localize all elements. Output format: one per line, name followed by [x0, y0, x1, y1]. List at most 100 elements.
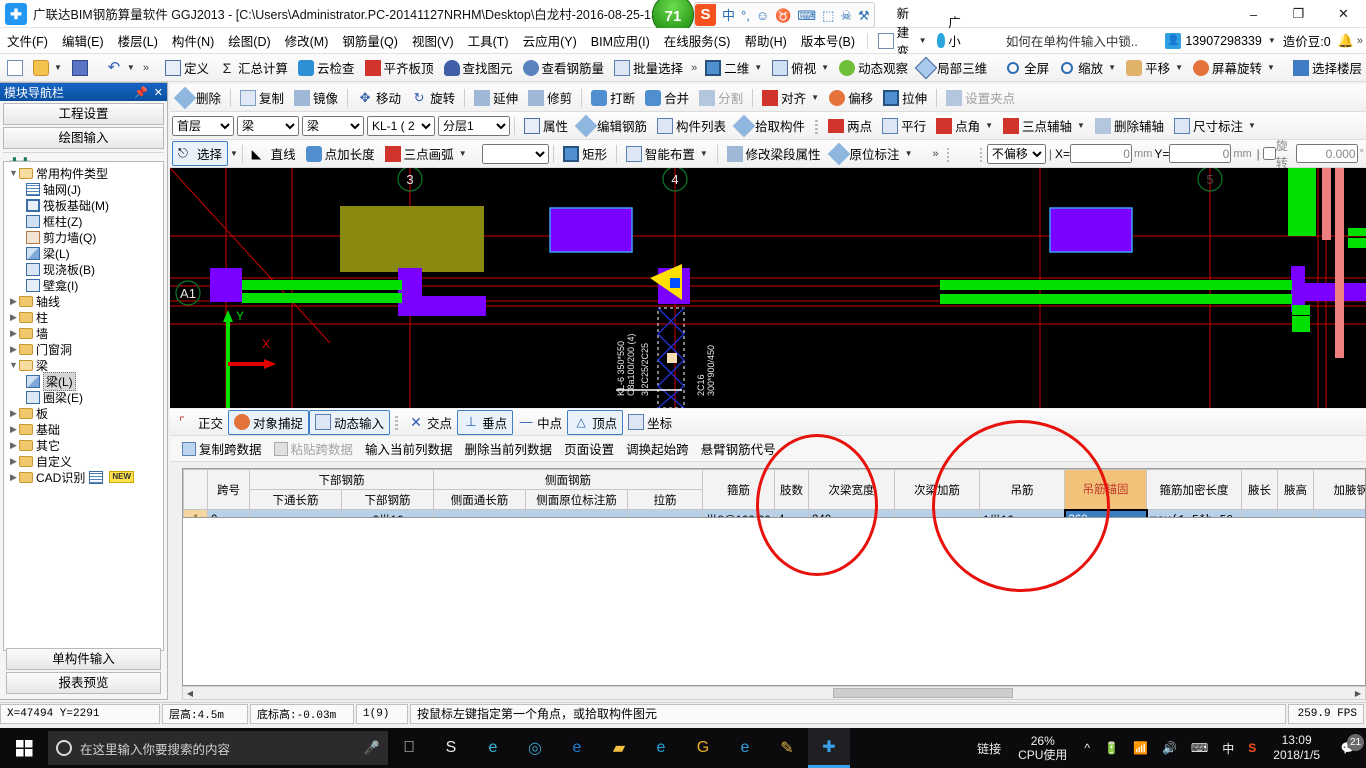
- ime-skin-icon[interactable]: ☠: [840, 9, 852, 22]
- perpendicular-button[interactable]: ⊥ 垂点: [457, 409, 514, 435]
- stretch-button[interactable]: 拉伸: [878, 86, 932, 109]
- table-row[interactable]: 1 0 2世16 世8@100/20 4 240 1世16 360 max(1.…: [183, 508, 1365, 517]
- rotate-button[interactable]: ↻ 旋转: [406, 86, 460, 109]
- ime-toolbar[interactable]: S 中 °, ☺ ♉ ⌨ ⬚ ☠ ⚒: [694, 2, 875, 28]
- ime-settings-icon[interactable]: ⚒: [858, 9, 870, 22]
- menu-floor[interactable]: 楼层(L): [111, 28, 165, 53]
- dynamic-input-button[interactable]: 动态输入: [309, 409, 391, 435]
- move-button[interactable]: ✥ 移动: [352, 86, 406, 109]
- sogou-icon[interactable]: S: [1241, 741, 1263, 755]
- grid-header-side-insitu[interactable]: 侧面原位标注筋: [525, 489, 628, 510]
- delete-button[interactable]: 删除: [172, 86, 226, 109]
- scrollbar-thumb[interactable]: [833, 688, 1013, 698]
- account-chevron-down-icon[interactable]: ▼: [1268, 36, 1276, 45]
- tray-link-label[interactable]: 链接: [970, 740, 1008, 757]
- tree-node-door-window[interactable]: ▶ 门窗洞: [6, 341, 161, 357]
- volume-icon[interactable]: 🔊: [1155, 741, 1184, 755]
- dimension-button[interactable]: 尺寸标注 ▼: [1169, 114, 1261, 137]
- point-angle-button[interactable]: 点角 ▼: [931, 114, 998, 137]
- component-tree[interactable]: ▼ 常用构件类型 轴网(J) 筏板基础(M) 框柱(Z) 剪力墙(Q) 梁(L)…: [3, 161, 164, 651]
- local-3d-button[interactable]: 局部三维: [913, 56, 992, 79]
- project-settings-button[interactable]: 工程设置: [3, 103, 164, 125]
- copy-span-data-button[interactable]: 复制跨数据: [176, 437, 268, 460]
- align-slab-top-button[interactable]: 平齐板顶: [360, 56, 439, 79]
- chrome-icon[interactable]: G: [682, 728, 724, 768]
- copy-button[interactable]: 复制: [235, 86, 289, 109]
- swap-start-span-button[interactable]: 调换起始跨: [620, 437, 695, 460]
- tree-node-axis[interactable]: ▶ 轴线: [6, 293, 161, 309]
- tree-node-others[interactable]: ▶ 其它: [6, 437, 161, 453]
- three-point-axis-button[interactable]: 三点辅轴 ▼: [998, 114, 1090, 137]
- line-tool-button[interactable]: ◣ 直线: [247, 142, 301, 165]
- sogou-ime-logo[interactable]: S: [695, 4, 716, 26]
- ime-toolbox-icon[interactable]: ⬚: [822, 9, 834, 22]
- edit-beam-segment-button[interactable]: 修改梁段属性: [722, 142, 826, 165]
- pan-button[interactable]: 平移 ▼: [1121, 56, 1188, 79]
- screen-rotate-button[interactable]: 屏幕旋转 ▼: [1188, 56, 1280, 79]
- tree-node-raft-foundation[interactable]: 筏板基础(M): [6, 197, 161, 213]
- undo-chevron-down-icon[interactable]: ▼: [127, 63, 135, 72]
- two-point-button[interactable]: 两点: [823, 114, 877, 137]
- view-2d-button[interactable]: 二维 ▼: [700, 56, 767, 79]
- ime-cn-icon[interactable]: 中: [1215, 740, 1241, 757]
- vertex-button[interactable]: △ 顶点: [567, 409, 624, 435]
- scroll-left-icon[interactable]: ◀: [183, 689, 197, 698]
- select-chevron-down-icon[interactable]: ▼: [230, 149, 238, 158]
- paste-span-data-button[interactable]: 粘贴跨数据: [268, 437, 360, 460]
- screen-rotate-chevron-down-icon[interactable]: ▼: [1267, 63, 1275, 72]
- menu-draw[interactable]: 绘图(D): [221, 28, 277, 53]
- select-tool-button[interactable]: ⎋ 选择: [172, 141, 229, 166]
- ime-punctuation-icon[interactable]: °,: [741, 9, 750, 22]
- notes-icon[interactable]: ✎: [766, 728, 808, 768]
- cloud-check-button[interactable]: 云检查: [293, 56, 360, 79]
- grid-horizontal-scrollbar[interactable]: ◀ ▶: [182, 686, 1366, 700]
- set-grip-button[interactable]: 设置夹点: [941, 86, 1020, 109]
- open-chevron-down-icon[interactable]: ▼: [54, 63, 62, 72]
- cell-span-no[interactable]: 0: [207, 509, 250, 517]
- notification-bell-icon[interactable]: 🔔: [1338, 33, 1354, 49]
- merge-button[interactable]: 合并: [640, 86, 694, 109]
- draw-mode-select[interactable]: [481, 143, 550, 164]
- pan-chevron-down-icon[interactable]: ▼: [1175, 63, 1183, 72]
- menu-edit[interactable]: 编辑(E): [55, 28, 111, 53]
- view-2d-chevron-down-icon[interactable]: ▼: [754, 63, 762, 72]
- rotate-input[interactable]: [1295, 144, 1358, 163]
- battery-icon[interactable]: 🔋: [1097, 741, 1126, 755]
- pick-component-button[interactable]: 拾取构件: [731, 114, 810, 137]
- tree-node-shear-wall[interactable]: 剪力墙(Q): [6, 229, 161, 245]
- report-preview-button[interactable]: 报表预览: [6, 672, 161, 694]
- layer-select[interactable]: 分层1: [438, 115, 510, 136]
- coordinate-button[interactable]: 坐标: [623, 411, 677, 434]
- three-point-arc-button[interactable]: 三点画弧 ▼: [380, 142, 472, 165]
- menubar-overflow-button[interactable]: »: [1354, 35, 1366, 47]
- cell-haunch-rebar[interactable]: [1313, 509, 1365, 517]
- grid-header-hanger[interactable]: 吊筋: [979, 469, 1065, 510]
- zoom-chevron-down-icon[interactable]: ▼: [1108, 63, 1116, 72]
- menu-view[interactable]: 视图(V): [405, 28, 461, 53]
- cell-legs[interactable]: 4: [774, 509, 809, 517]
- tree-node-beam-selected[interactable]: 梁(L): [6, 371, 161, 391]
- menu-bim-apps[interactable]: BIM应用(I): [584, 28, 657, 53]
- grid-header-sec-beam-rebar[interactable]: 次梁加筋: [894, 469, 980, 510]
- grid-header-legs[interactable]: 肢数: [774, 469, 809, 510]
- y-coord-input[interactable]: [1169, 144, 1232, 163]
- tip-banner[interactable]: 如何在单构件输入中锁..: [1006, 31, 1138, 50]
- align-button[interactable]: 对齐 ▼: [757, 86, 824, 109]
- ggj-taskbar-icon[interactable]: ✚: [808, 728, 850, 768]
- zoom-button[interactable]: 缩放 ▼: [1054, 56, 1121, 79]
- wifi-icon[interactable]: 📶: [1126, 741, 1155, 755]
- rectangle-tool-button[interactable]: 矩形: [558, 142, 612, 165]
- chevron-right-icon[interactable]: ▶: [8, 344, 19, 355]
- grid-header-side-through[interactable]: 侧面通长筋: [433, 489, 526, 510]
- edge-legacy-icon[interactable]: e: [472, 728, 514, 768]
- toolbar-overflow-right[interactable]: »: [688, 62, 700, 74]
- chevron-right-icon[interactable]: ▶: [8, 296, 19, 307]
- task-view-button[interactable]: ⎕: [388, 728, 430, 768]
- menu-cloud-apps[interactable]: 云应用(Y): [516, 28, 584, 53]
- edit-rebar-button[interactable]: 编辑钢筋: [573, 114, 652, 137]
- arc-chevron-down-icon[interactable]: ▼: [459, 149, 467, 158]
- new-file-button[interactable]: [2, 58, 28, 78]
- cad-drawing-canvas[interactable]: 3 4 5 A1 Y X KL-6 350*550 C8a100/200 (4)…: [170, 168, 1366, 408]
- toolbar-overflow-left[interactable]: »: [140, 62, 152, 74]
- beam-span-data-grid[interactable]: 跨号 下部钢筋 侧面钢筋 箍筋 肢数 次梁宽度 次梁加筋 吊筋 吊筋锚固 箍筋加…: [182, 468, 1366, 518]
